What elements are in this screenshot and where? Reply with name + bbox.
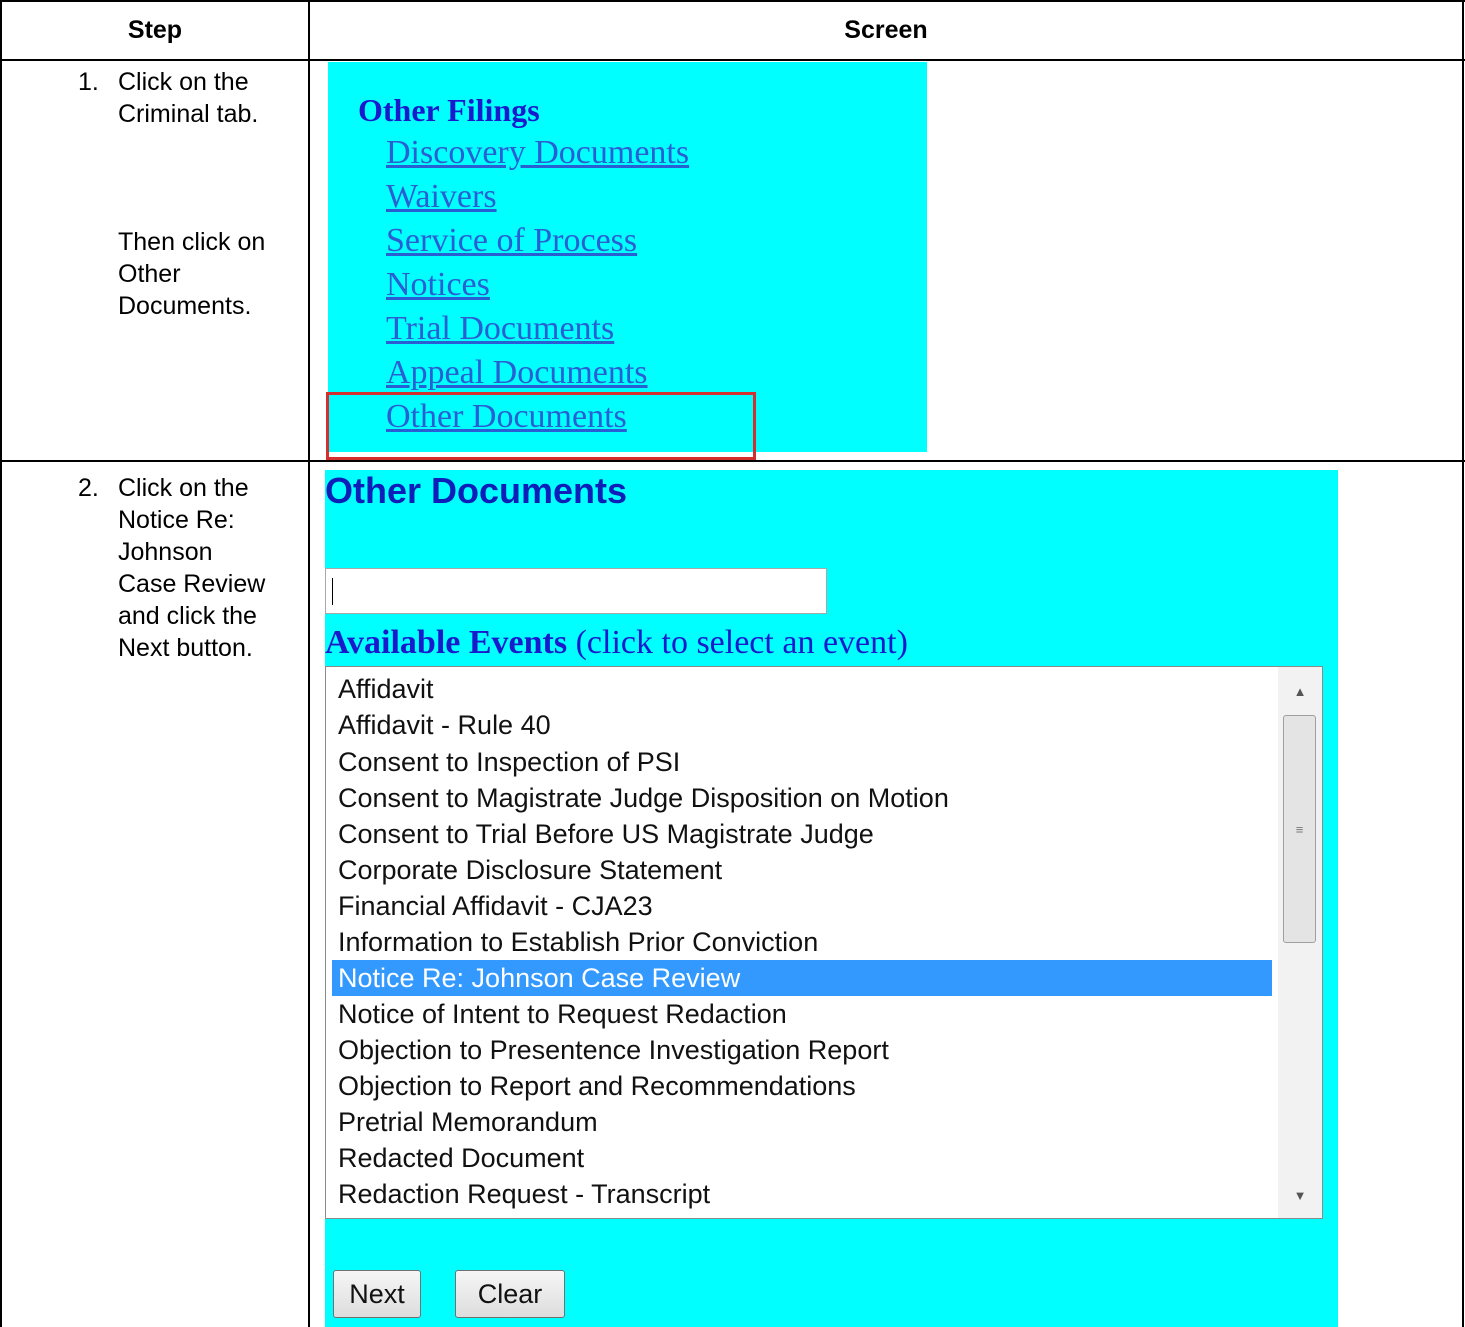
list-item[interactable]: Information to Establish Prior Convictio… — [332, 924, 1272, 960]
other-documents-panel: Other Documents Available Events (click … — [325, 470, 1338, 1327]
table-border-right — [1462, 0, 1464, 1327]
menu-link-waivers[interactable]: Waivers — [386, 178, 497, 216]
available-events-label: Available Events — [325, 624, 568, 661]
list-scrollbar[interactable]: ▲ ≡ ▼ — [1278, 667, 1322, 1218]
list-item-selected[interactable]: Notice Re: Johnson Case Review — [332, 960, 1272, 996]
menu-link-notices[interactable]: Notices — [386, 266, 490, 304]
step-2-instruction: Click on the Notice Re: Johnson Case Rev… — [118, 472, 265, 664]
step-number-1: 1. — [78, 68, 99, 96]
list-item[interactable]: Financial Affidavit - CJA23 — [332, 888, 1272, 924]
step-1-line: Click on the — [118, 68, 249, 96]
list-item[interactable]: Affidavit — [332, 671, 1272, 707]
step-column-header: Step — [127, 15, 183, 44]
scroll-down-arrow-icon[interactable]: ▼ — [1278, 1177, 1322, 1213]
other-filings-title: Other Filings — [358, 92, 540, 128]
screen-column-header: Screen — [844, 15, 928, 44]
available-events-heading: Available Events (click to select an eve… — [325, 624, 908, 662]
list-item[interactable]: Pretrial Memorandum — [332, 1104, 1272, 1140]
list-item[interactable]: Notice of Intent to Request Redaction — [332, 996, 1272, 1032]
table-border-left — [0, 0, 2, 1327]
available-events-hint: (click to select an event) — [575, 624, 908, 661]
available-events-list[interactable]: Affidavit Affidavit - Rule 40 Consent to… — [325, 666, 1323, 1219]
menu-link-appeal-documents[interactable]: Appeal Documents — [386, 354, 648, 392]
other-documents-title: Other Documents — [325, 470, 628, 511]
list-item[interactable]: Consent to Magistrate Judge Disposition … — [332, 780, 1272, 816]
step-2-line: Click on the — [118, 474, 249, 502]
scroll-thumb[interactable]: ≡ — [1283, 715, 1316, 943]
list-item[interactable]: Redaction Request - Transcript — [332, 1176, 1272, 1212]
step-1-instruction-b: Then click on Other Documents. — [118, 226, 265, 322]
step-number-2: 2. — [78, 474, 99, 502]
step-2-line: Notice Re: — [118, 506, 235, 534]
highlight-box — [326, 392, 756, 460]
step-1-line: Then click on — [118, 228, 266, 256]
list-item[interactable]: Redacted Document — [332, 1140, 1272, 1176]
step-1-instruction-a: Click on the Criminal tab. — [118, 66, 258, 130]
step-2-line: Case Review — [118, 570, 266, 598]
list-item[interactable]: Objection to Presentence Investigation R… — [332, 1032, 1272, 1068]
list-item[interactable]: Consent to Inspection of PSI — [332, 744, 1272, 780]
step-1-line: Criminal tab. — [118, 100, 259, 128]
step-1-line: Other — [118, 260, 181, 288]
clear-button[interactable]: Clear — [455, 1270, 565, 1318]
menu-link-trial-documents[interactable]: Trial Documents — [386, 310, 614, 348]
step-1-line: Documents. — [118, 292, 252, 320]
list-item[interactable]: Objection to Report and Recommendations — [332, 1068, 1272, 1104]
list-item[interactable]: Affidavit - Rule 40 — [332, 707, 1272, 743]
column-divider — [308, 0, 310, 1327]
next-button[interactable]: Next — [333, 1270, 421, 1318]
row-divider — [0, 460, 1465, 462]
list-item[interactable]: Consent to Trial Before US Magistrate Ju… — [332, 816, 1272, 852]
step-2-line: Johnson — [118, 538, 213, 566]
menu-link-discovery-documents[interactable]: Discovery Documents — [386, 134, 689, 172]
step-2-line: and click the — [118, 602, 257, 630]
scroll-up-arrow-icon[interactable]: ▲ — [1278, 673, 1322, 709]
list-item[interactable]: Corporate Disclosure Statement — [332, 852, 1272, 888]
event-search-input[interactable] — [325, 568, 827, 614]
text-caret — [332, 578, 333, 605]
menu-link-service-of-process[interactable]: Service of Process — [386, 222, 637, 260]
step-2-line: Next button. — [118, 634, 253, 662]
